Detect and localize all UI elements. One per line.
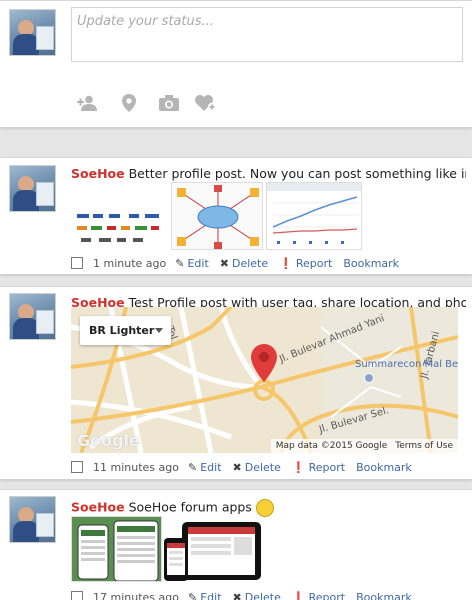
bookmark-link[interactable]: Bookmark [343, 257, 399, 270]
report-link[interactable]: ❗ Report [292, 461, 345, 474]
smiley-icon: 🙂 [255, 499, 274, 517]
map-attribution: Map data ©2015 Google Terms of Use [270, 439, 458, 453]
bookmark-link[interactable]: Bookmark [356, 591, 412, 600]
tag-friends-icon[interactable] [77, 93, 99, 113]
post-card: SoeHoe Test Profile post with user tag, … [0, 286, 472, 480]
delete-icon: ✖ [232, 460, 242, 474]
report-link[interactable]: ❗ Report [279, 257, 332, 270]
edit-link[interactable]: ✎ Edit [175, 257, 209, 270]
delete-link[interactable]: ✖ Delete [233, 461, 281, 474]
status-input[interactable]: Update your status... [71, 7, 463, 62]
location-icon[interactable] [118, 93, 140, 113]
post-meta: 1 minute ago ✎ Edit ✖ Delete ❗ Report Bookm… [71, 255, 410, 271]
post-author[interactable]: SoeHoe [71, 500, 125, 515]
select-checkbox[interactable] [71, 461, 83, 473]
post-time[interactable]: 11 minutes ago [93, 461, 179, 474]
delete-link[interactable]: ✖ Delete [233, 591, 281, 600]
delete-icon: ✖ [232, 590, 242, 600]
report-icon: ❗ [291, 460, 306, 474]
select-checkbox[interactable] [71, 591, 83, 600]
avatar[interactable] [9, 293, 56, 340]
camera-icon[interactable] [158, 93, 180, 113]
post-text: SoeHoe forum apps [128, 499, 252, 515]
map-data-credit: Map data ©2015 Google [275, 441, 388, 451]
location-map[interactable]: Jl. Bulevar Ahmad Yani Jl. Bulevar Sel. … [71, 307, 458, 453]
edit-link[interactable]: ✎ Edit [188, 461, 222, 474]
post-photo-cloud-diagram[interactable] [171, 182, 263, 250]
bookmark-link[interactable]: Bookmark [356, 461, 412, 474]
status-composer: Update your status... [0, 0, 472, 128]
select-checkbox[interactable] [71, 257, 83, 269]
post-card: SoeHoe SoeHoe forum apps 🙂 17 minutes a [0, 489, 472, 600]
avatar[interactable] [9, 9, 56, 56]
report-icon: ❗ [291, 590, 306, 600]
post-header: SoeHoe SoeHoe forum apps 🙂 [71, 499, 466, 517]
post-meta: 17 minutes ago ✎ Edit ✖ Delete ❗ Report Boo… [71, 589, 423, 600]
avatar[interactable] [9, 496, 56, 543]
post-meta: 11 minutes ago ✎ Edit ✖ Delete ❗ Report Boo… [71, 459, 423, 475]
report-link[interactable]: ❗ Report [292, 591, 345, 600]
post-photo-logos[interactable] [71, 182, 167, 250]
post-header: SoeHoe Better profile post. Now you can … [71, 166, 466, 181]
edit-link[interactable]: ✎ Edit [188, 591, 222, 600]
map-pin-icon[interactable] [251, 344, 277, 385]
place-marker-icon [364, 373, 374, 383]
post-text: Better profile post. Now you can post so… [128, 166, 466, 181]
google-logo: Google [77, 431, 140, 450]
edit-icon: ✎ [175, 256, 185, 270]
post-photo-devices[interactable] [164, 522, 261, 582]
map-style-select[interactable]: BR Lighter [80, 316, 171, 345]
post-photo-chart[interactable] [266, 182, 362, 250]
terms-of-use-link[interactable]: Terms of Use [395, 441, 453, 451]
post-time[interactable]: 17 minutes ago [93, 591, 179, 600]
feeling-icon[interactable] [195, 93, 217, 113]
delete-link[interactable]: ✖ Delete [220, 257, 268, 270]
edit-icon: ✎ [187, 590, 198, 600]
edit-icon: ✎ [187, 460, 198, 474]
place-label: Summarecon Mal Bek [355, 359, 458, 370]
post-time[interactable]: 1 minute ago [93, 257, 166, 270]
avatar[interactable] [9, 165, 56, 212]
post-card: SoeHoe Better profile post. Now you can … [0, 157, 472, 275]
post-photo-app-screens[interactable] [71, 516, 162, 582]
report-icon: ❗ [279, 256, 293, 270]
delete-icon: ✖ [219, 256, 229, 270]
post-author[interactable]: SoeHoe [71, 166, 125, 181]
chevron-down-icon [155, 328, 163, 333]
